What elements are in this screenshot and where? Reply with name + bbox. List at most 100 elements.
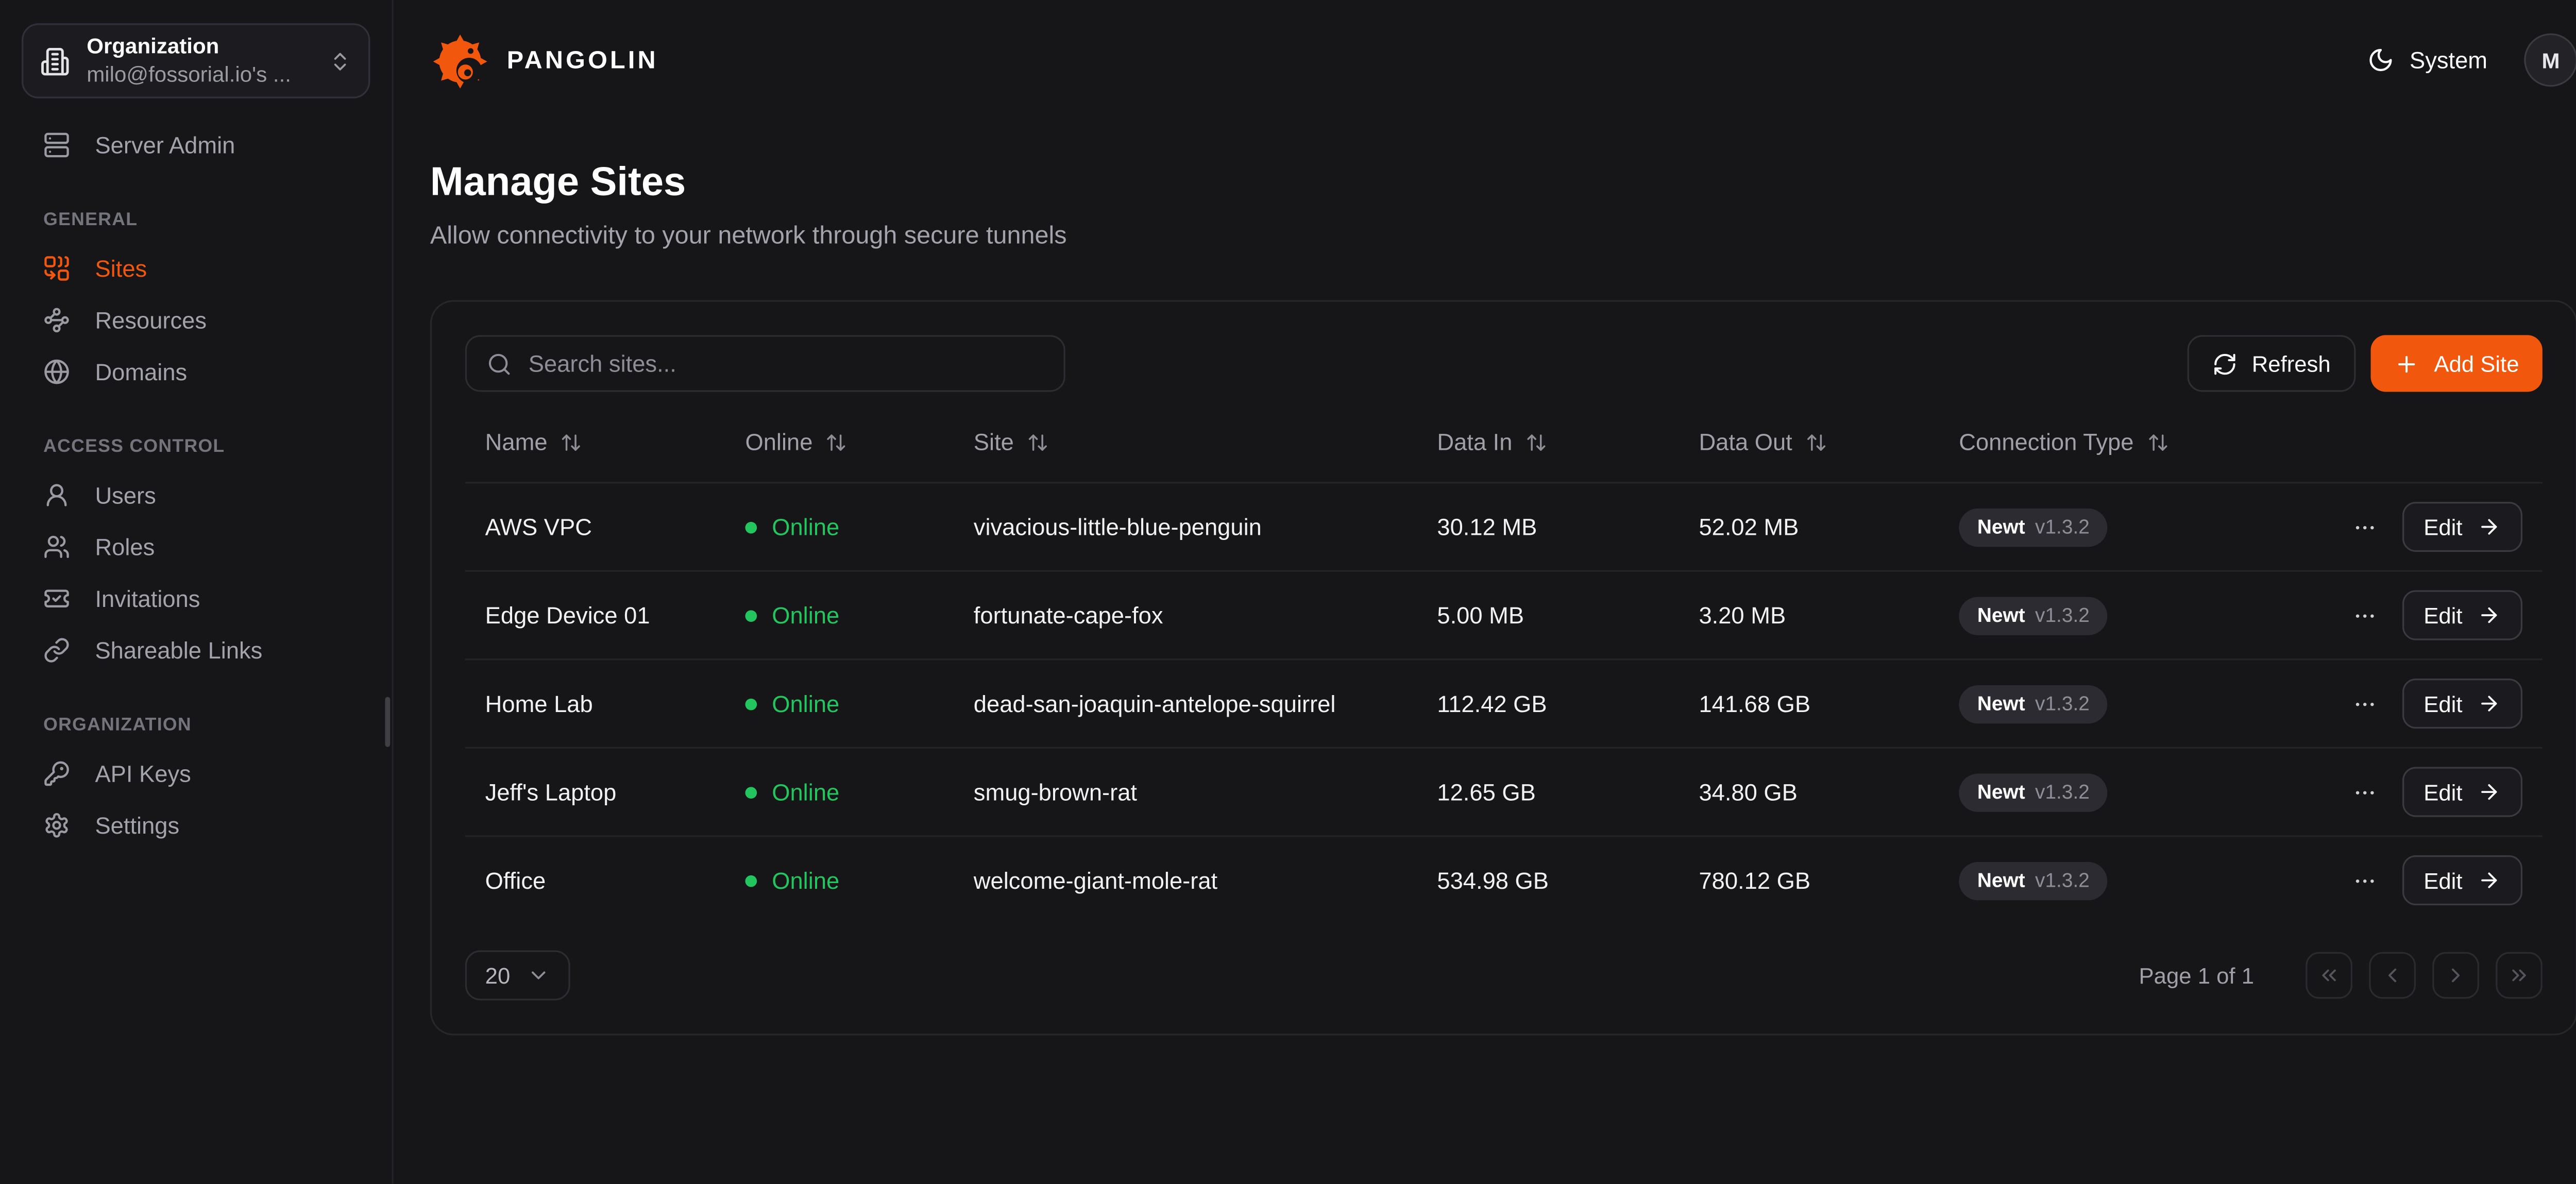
- row-menu-button[interactable]: [2349, 599, 2380, 631]
- plus-icon: [2394, 351, 2419, 376]
- arrow-right-icon: [2478, 692, 2501, 715]
- search-icon: [487, 351, 512, 376]
- data-out-value: 780.12 GB: [1699, 867, 1959, 894]
- refresh-button[interactable]: Refresh: [2187, 335, 2356, 392]
- sidebar-item-label: Invitations: [95, 585, 200, 612]
- data-out-value: 34.80 GB: [1699, 779, 1959, 805]
- page-size-select[interactable]: 20: [465, 950, 570, 1000]
- topbar-right: System M: [2368, 33, 2576, 87]
- row-menu-button[interactable]: [2349, 865, 2380, 896]
- pangolin-logo-icon: [430, 30, 490, 90]
- connection-type-cell: Newt v1.3.2: [1959, 861, 2256, 899]
- column-header-site[interactable]: Site: [974, 429, 1437, 455]
- previous-page-button[interactable]: [2369, 952, 2416, 999]
- sidebar-item-roles[interactable]: Roles: [22, 523, 370, 570]
- sidebar-item-settings[interactable]: Settings: [22, 802, 370, 849]
- edit-button[interactable]: Edit: [2402, 767, 2522, 817]
- chevron-left-icon: [2381, 963, 2404, 987]
- row-actions: Edit: [2349, 502, 2522, 552]
- row-menu-button[interactable]: [2349, 776, 2380, 807]
- last-page-button[interactable]: [2496, 952, 2543, 999]
- sidebar-item-sites[interactable]: Sites: [22, 245, 370, 292]
- column-header-data-out[interactable]: Data Out: [1699, 429, 1959, 455]
- online-dot-icon: [745, 874, 757, 886]
- add-site-label: Add Site: [2434, 351, 2519, 376]
- page-size-value: 20: [485, 963, 511, 988]
- sidebar-item-shareable-links[interactable]: Shareable Links: [22, 627, 370, 674]
- sidebar-item-label: Roles: [95, 534, 155, 561]
- sidebar-item-label: Sites: [95, 255, 147, 282]
- sidebar-item-users[interactable]: Users: [22, 472, 370, 519]
- link-icon: [43, 637, 70, 664]
- next-page-button[interactable]: [2432, 952, 2479, 999]
- sidebar-item-resources[interactable]: Resources: [22, 297, 370, 344]
- moon-icon: [2368, 47, 2395, 74]
- online-dot-icon: [745, 698, 757, 709]
- org-switcher[interactable]: Organization milo@fossorial.io's ...: [22, 23, 370, 98]
- table-row: Jeff's Laptop Online smug-brown-rat 12.6…: [465, 747, 2543, 836]
- sidebar-item-server-admin[interactable]: Server Admin: [22, 122, 370, 168]
- status-label: Online: [772, 690, 839, 717]
- sidebar-scrollbar-thumb[interactable]: [385, 697, 391, 747]
- building-icon: [40, 46, 70, 76]
- section-label-access-control: ACCESS CONTROL: [43, 437, 348, 457]
- sidebar-item-api-keys[interactable]: API Keys: [22, 750, 370, 797]
- site-tunnel-name: welcome-giant-mole-rat: [974, 867, 1437, 894]
- edit-button[interactable]: Edit: [2402, 590, 2522, 640]
- brand-name: PANGOLIN: [507, 46, 658, 74]
- row-actions: Edit: [2349, 679, 2522, 729]
- site-status: Online: [745, 514, 973, 540]
- row-actions: Edit: [2349, 767, 2522, 817]
- connection-type-cell: Newt v1.3.2: [1959, 773, 2256, 811]
- connection-type-badge: Newt v1.3.2: [1959, 773, 2108, 811]
- org-switcher-texts: Organization milo@fossorial.io's ...: [87, 32, 312, 89]
- sidebar-nav: Server Admin GENERAL Sites Resources Dom…: [22, 122, 370, 849]
- ellipsis-icon: [2352, 691, 2377, 716]
- ellipsis-icon: [2352, 603, 2377, 628]
- connection-type-cell: Newt v1.3.2: [1959, 596, 2256, 634]
- sort-icon: [1526, 431, 1547, 452]
- chevron-right-icon: [2444, 963, 2467, 987]
- data-in-value: 12.65 GB: [1437, 779, 1699, 805]
- waypoints-icon: [43, 307, 70, 333]
- table-row: Office Online welcome-giant-mole-rat 534…: [465, 835, 2543, 924]
- edit-button[interactable]: Edit: [2402, 502, 2522, 552]
- column-header-data-in[interactable]: Data In: [1437, 429, 1699, 455]
- page-title: Manage Sites: [430, 160, 2576, 207]
- table-row: Edge Device 01 Online fortunate-cape-fox…: [465, 570, 2543, 659]
- column-header-connection-type[interactable]: Connection Type: [1959, 429, 2256, 455]
- sidebar-item-domains[interactable]: Domains: [22, 348, 370, 395]
- site-name: Home Lab: [485, 690, 745, 717]
- sidebar-item-label: Server Admin: [95, 132, 235, 159]
- user-icon: [43, 482, 70, 509]
- sidebar: Organization milo@fossorial.io's ... Ser…: [0, 0, 394, 1184]
- search-input[interactable]: [529, 350, 1044, 377]
- section-label-organization: ORGANIZATION: [43, 715, 348, 735]
- gear-icon: [43, 812, 70, 839]
- connection-type-badge: Newt v1.3.2: [1959, 508, 2108, 546]
- chevron-down-icon: [527, 963, 550, 987]
- chevrons-right-icon: [2507, 963, 2531, 987]
- sidebar-item-invitations[interactable]: Invitations: [22, 575, 370, 622]
- site-status: Online: [745, 602, 973, 629]
- row-menu-button[interactable]: [2349, 511, 2380, 543]
- column-header-name[interactable]: Name: [485, 429, 745, 455]
- sidebar-item-label: Users: [95, 482, 156, 509]
- sort-icon: [2147, 431, 2168, 452]
- sidebar-item-label: Resources: [95, 307, 207, 333]
- ticket-check-icon: [43, 585, 70, 612]
- add-site-button[interactable]: Add Site: [2370, 335, 2542, 392]
- edit-button[interactable]: Edit: [2402, 679, 2522, 729]
- data-in-value: 5.00 MB: [1437, 602, 1699, 629]
- data-in-value: 30.12 MB: [1437, 514, 1699, 540]
- connection-type-badge: Newt v1.3.2: [1959, 861, 2108, 899]
- table-footer: 20 Page 1 of 1: [465, 950, 2543, 1000]
- edit-button[interactable]: Edit: [2402, 855, 2522, 905]
- row-menu-button[interactable]: [2349, 688, 2380, 719]
- column-header-online[interactable]: Online: [745, 429, 973, 455]
- ellipsis-icon: [2352, 780, 2377, 805]
- user-avatar[interactable]: M: [2524, 33, 2576, 87]
- theme-toggle-button[interactable]: System: [2368, 47, 2487, 74]
- site-tunnel-name: vivacious-little-blue-penguin: [974, 514, 1437, 540]
- first-page-button[interactable]: [2306, 952, 2352, 999]
